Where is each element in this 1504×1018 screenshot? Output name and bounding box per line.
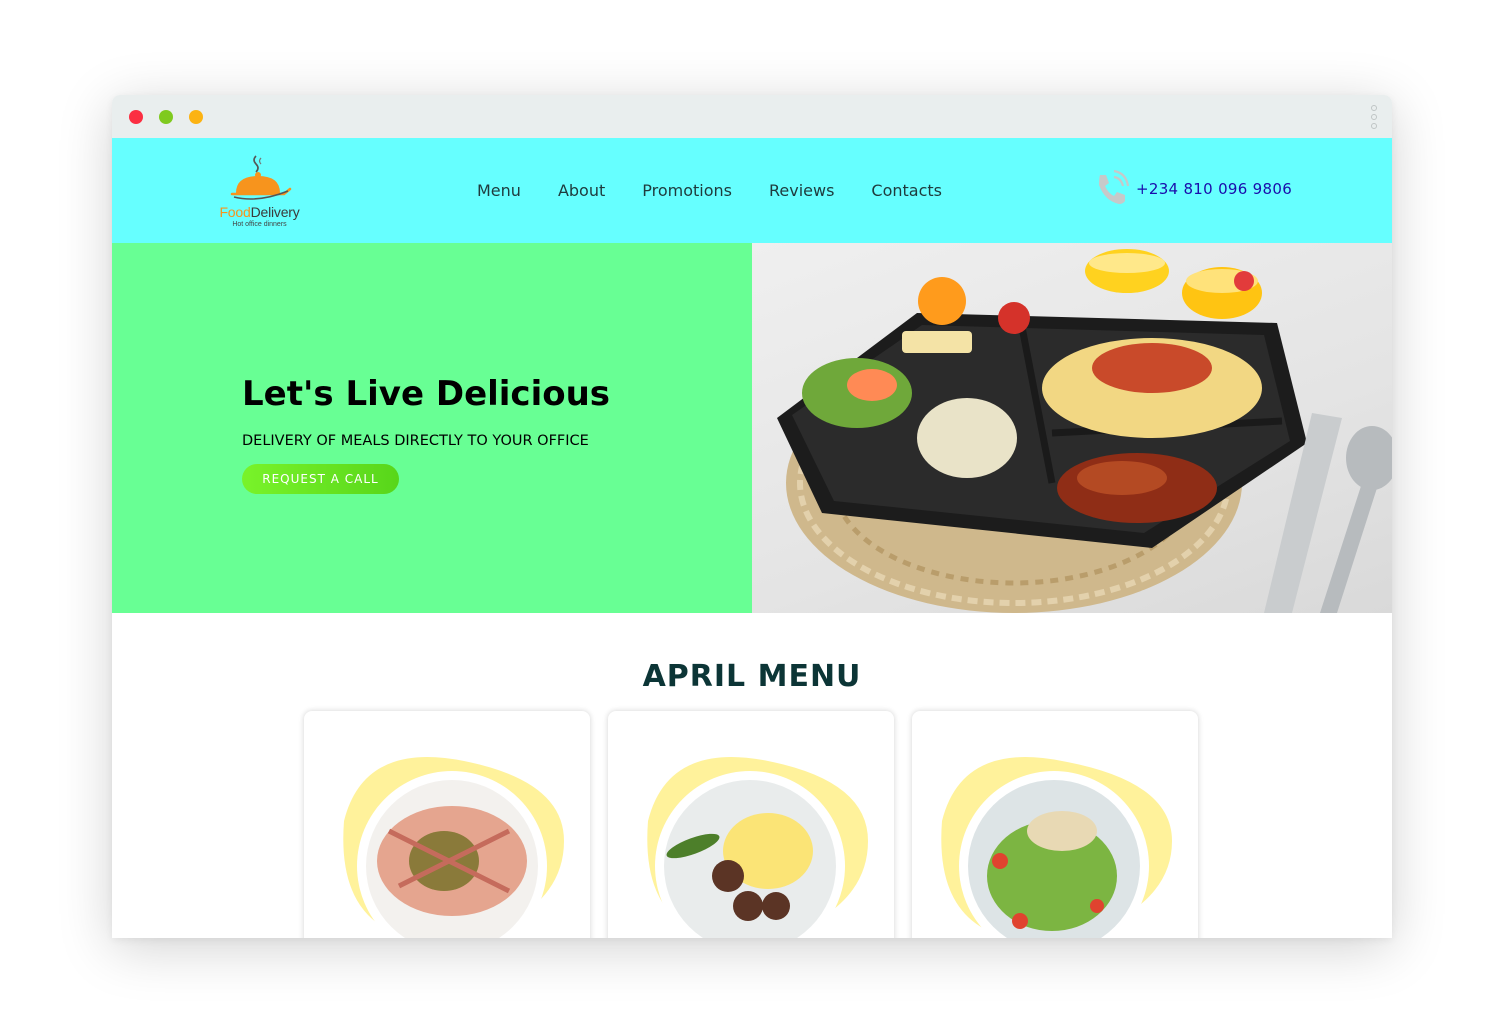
window-titlebar (112, 95, 1392, 138)
nav-item-menu[interactable]: Menu (477, 181, 521, 200)
phone-number[interactable]: +234 810 096 9806 (1136, 180, 1292, 198)
nav-item-reviews[interactable]: Reviews (769, 181, 834, 200)
menu-section-title: APRIL MENU (642, 659, 862, 694)
kebab-menu-icon[interactable] (1370, 105, 1378, 129)
nav-item-about[interactable]: About (558, 181, 605, 200)
site-header: FoodDelivery Hot office dinners Menu Abo… (112, 138, 1392, 243)
nav-item-contacts[interactable]: Contacts (871, 181, 942, 200)
brand-logo[interactable]: FoodDelivery Hot office dinners (212, 152, 307, 230)
menu-card[interactable] (912, 711, 1198, 938)
minimize-dot-icon[interactable] (159, 110, 173, 124)
salad-plate-image (941, 757, 1172, 938)
hero-title: Let's Live Delicious (242, 374, 611, 414)
grilled-meat-plate-image (343, 757, 564, 938)
nav-item-promotions[interactable]: Promotions (642, 181, 732, 200)
phone-icon (1099, 169, 1130, 204)
menu-card[interactable] (608, 711, 894, 938)
hero-subtitle: DELIVERY OF MEALS DIRECTLY TO YOUR OFFIC… (242, 433, 589, 449)
bento-tray-illustration (777, 249, 1392, 613)
browser-window: FoodDelivery Hot office dinners Menu Abo… (112, 95, 1392, 938)
menu-card[interactable] (304, 711, 590, 938)
maximize-dot-icon[interactable] (189, 110, 203, 124)
meatballs-plate-image (647, 757, 868, 938)
close-dot-icon[interactable] (129, 110, 143, 124)
hero-banner: Let's Live Delicious DELIVERY OF MEALS D… (112, 243, 752, 613)
cloche-icon (230, 155, 292, 200)
main-nav: Menu About Promotions Reviews Contacts (477, 138, 979, 243)
brand-tagline: Hot office dinners (232, 221, 287, 228)
request-call-button[interactable]: REQUEST A CALL (242, 464, 399, 494)
brand-name: FoodDelivery (219, 204, 300, 220)
hero-food-image (752, 243, 1392, 613)
phone-contact[interactable]: +234 810 096 9806 (1090, 169, 1292, 209)
